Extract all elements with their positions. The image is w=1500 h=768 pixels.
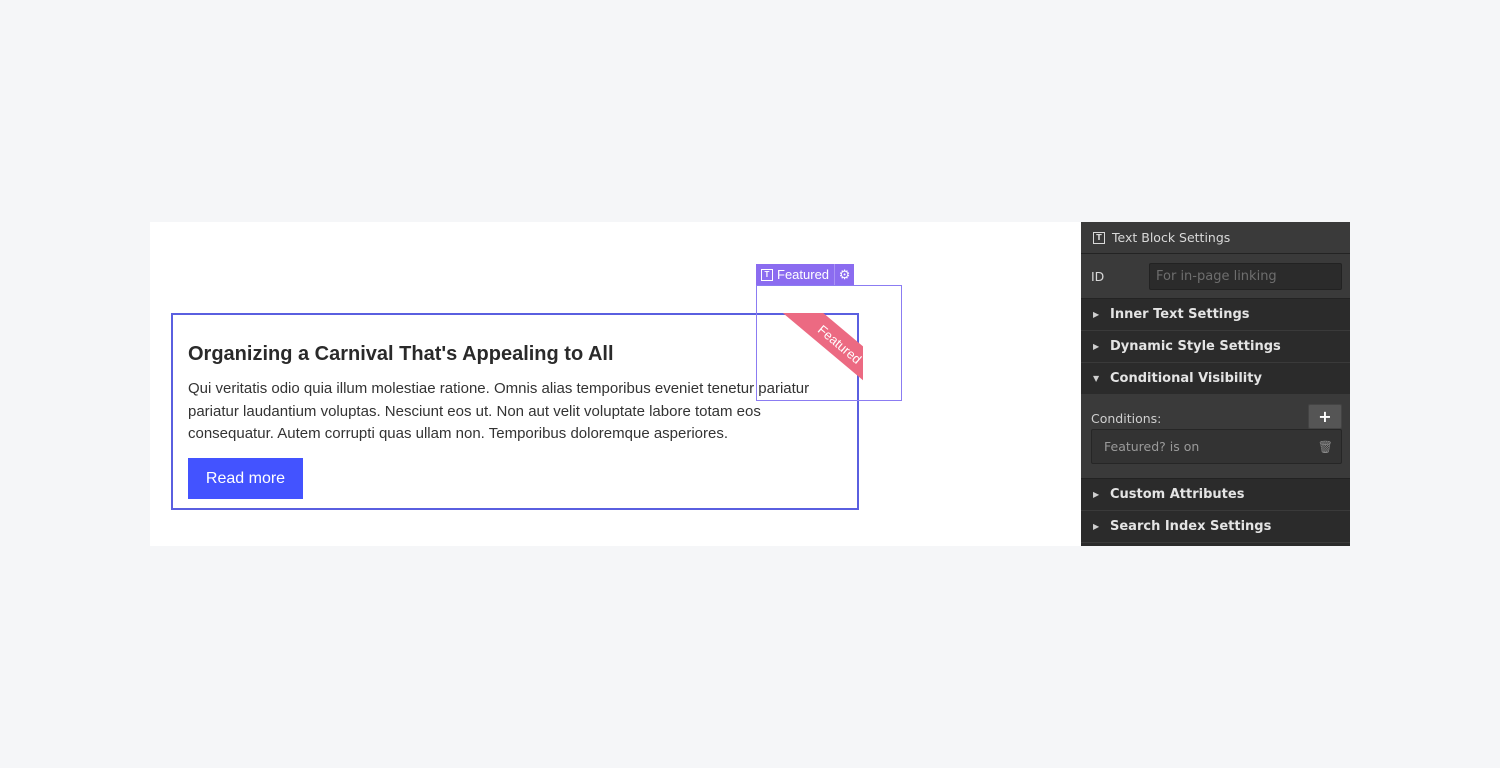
conditions-label: Conditions: <box>1091 411 1162 426</box>
section-search-index-settings[interactable]: ▶ Search Index Settings <box>1081 511 1350 543</box>
read-more-button[interactable]: Read more <box>188 458 303 499</box>
section-label: Search Index Settings <box>1110 519 1272 534</box>
featured-ribbon-container: Featured <box>757 313 863 388</box>
section-label: Inner Text Settings <box>1110 307 1250 322</box>
section-conditional-visibility[interactable]: ▼ Conditional Visibility <box>1081 363 1350 395</box>
text-block-icon: T <box>761 268 773 281</box>
settings-panel: T Text Block Settings ID ▶ Inner Text Se… <box>1081 222 1350 546</box>
card-body-text[interactable]: Qui veritatis odio quia illum molestiae … <box>188 378 848 446</box>
selected-element-tag[interactable]: T Featured ⚙ <box>756 264 855 285</box>
design-canvas: Organizing a Carnival That's Appealing t… <box>150 222 1081 546</box>
panel-header: T Text Block Settings <box>1081 222 1350 254</box>
caret-right-icon: ▶ <box>1093 342 1100 351</box>
caret-right-icon: ▶ <box>1093 310 1100 319</box>
featured-ribbon[interactable]: Featured <box>774 313 863 388</box>
id-row: ID <box>1081 254 1350 299</box>
section-label: Custom Attributes <box>1110 487 1245 502</box>
id-label: ID <box>1091 268 1105 284</box>
selected-element-name: Featured <box>777 267 830 282</box>
selected-element-label[interactable]: T Featured <box>756 264 834 285</box>
caret-down-icon: ▼ <box>1093 374 1100 383</box>
section-dynamic-style-settings[interactable]: ▶ Dynamic Style Settings <box>1081 331 1350 363</box>
panel-title: Text Block Settings <box>1112 230 1231 245</box>
caret-right-icon: ▶ <box>1093 490 1100 499</box>
add-condition-button[interactable]: + <box>1308 404 1342 429</box>
gear-icon[interactable]: ⚙ <box>834 264 854 285</box>
plus-icon: + <box>1318 407 1332 426</box>
card-title[interactable]: Organizing a Carnival That's Appealing t… <box>188 343 614 366</box>
id-input[interactable] <box>1149 262 1342 290</box>
section-inner-text-settings[interactable]: ▶ Inner Text Settings <box>1081 299 1350 331</box>
text-block-icon: T <box>1093 231 1105 244</box>
caret-right-icon: ▶ <box>1093 522 1100 531</box>
trash-icon[interactable]: 🗑 <box>1318 440 1333 454</box>
section-label: Dynamic Style Settings <box>1110 339 1281 354</box>
condition-text: Featured? is on <box>1104 439 1200 454</box>
conditional-visibility-body: Conditions: + Featured? is on 🗑 <box>1081 395 1350 479</box>
section-label: Conditional Visibility <box>1110 371 1262 386</box>
blog-card[interactable]: Organizing a Carnival That's Appealing t… <box>171 313 859 510</box>
condition-item[interactable]: Featured? is on 🗑 <box>1091 429 1342 464</box>
section-custom-attributes[interactable]: ▶ Custom Attributes <box>1081 479 1350 511</box>
